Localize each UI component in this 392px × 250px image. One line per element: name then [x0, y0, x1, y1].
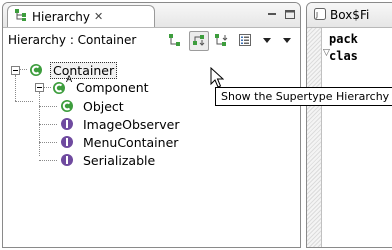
code-line[interactable]: pack: [329, 32, 358, 46]
tree-node-imageobserver[interactable]: ImageObserver: [59, 115, 182, 133]
chevron-down-icon: [282, 34, 292, 48]
hierarchy-view-icon: [14, 8, 28, 25]
show-subtype-hierarchy-button[interactable]: [211, 31, 231, 51]
tree-node-label: Object: [83, 98, 124, 114]
maximize-icon[interactable]: [284, 8, 296, 23]
tree-node-label: Serializable: [83, 152, 156, 168]
collapse-toggle[interactable]: [11, 65, 20, 75]
code-line[interactable]: clas: [329, 49, 358, 63]
interface-icon: [59, 134, 75, 150]
interface-icon: [59, 116, 75, 132]
tooltip: Show the Supertype Hierarchy: [215, 87, 392, 106]
tree-node-label: Container: [50, 61, 118, 79]
show-type-hierarchy-button[interactable]: [165, 31, 185, 51]
chevron-down-icon: [262, 34, 272, 48]
class-icon: [28, 62, 44, 78]
tree-guide: [15, 101, 33, 102]
type-hierarchy-icon: [168, 33, 182, 50]
tree-guide: [39, 124, 57, 125]
abstract-class-icon: A: [52, 75, 72, 95]
tab-hierarchy-label: Hierarchy: [32, 9, 91, 24]
subtype-hierarchy-icon: [214, 33, 228, 50]
list-layout-icon: [238, 33, 252, 50]
tree-guide: [39, 142, 57, 143]
tree-guide: [39, 160, 57, 161]
tree-node-component[interactable]: A Component: [35, 75, 151, 96]
hierarchy-toolbar: Hierarchy : Container: [3, 28, 300, 54]
hierarchy-tabbar: Hierarchy ✕: [3, 3, 300, 28]
collapse-toggle[interactable]: [35, 82, 44, 92]
hierarchy-view: Hierarchy ✕ Hierarchy : Container Contai…: [2, 2, 301, 248]
tree-node-label: ImageObserver: [83, 116, 180, 132]
hierarchy-scope-label: Hierarchy : Container: [8, 33, 137, 47]
tree-node-label: Component: [76, 79, 149, 95]
view-controls: [266, 8, 296, 23]
mouse-cursor-icon: [210, 66, 225, 92]
tab-editor-label[interactable]: Box$Fi: [330, 8, 369, 22]
tree-node-container[interactable]: Container: [11, 61, 118, 79]
java-file-icon: J: [313, 7, 327, 24]
view-menu-button[interactable]: [257, 31, 277, 51]
tree-node-serializable[interactable]: Serializable: [59, 151, 157, 169]
close-icon[interactable]: ✕: [94, 10, 103, 23]
svg-text:J: J: [315, 11, 318, 19]
editor-ruler: [307, 28, 322, 247]
tab-hierarchy[interactable]: Hierarchy ✕: [7, 5, 155, 27]
interface-icon: [59, 152, 75, 168]
minimize-icon[interactable]: [266, 8, 278, 23]
tree-guide: [39, 106, 57, 107]
editor-tabbar: J Box$Fi: [307, 3, 392, 28]
tree-node-menucontainer[interactable]: MenuContainer: [59, 133, 180, 151]
java-editor: J Box$Fi ▽ pack clas ▽ ▲: [306, 2, 392, 248]
class-icon: [59, 98, 75, 114]
tree-node-object[interactable]: Object: [59, 97, 126, 115]
tree-node-label: MenuContainer: [83, 134, 179, 150]
view-menu-button-2[interactable]: [277, 31, 297, 51]
show-supertype-hierarchy-button[interactable]: [189, 31, 209, 51]
abstract-badge: A: [66, 75, 73, 85]
layout-button[interactable]: [235, 31, 255, 51]
supertype-hierarchy-icon: [192, 33, 206, 50]
